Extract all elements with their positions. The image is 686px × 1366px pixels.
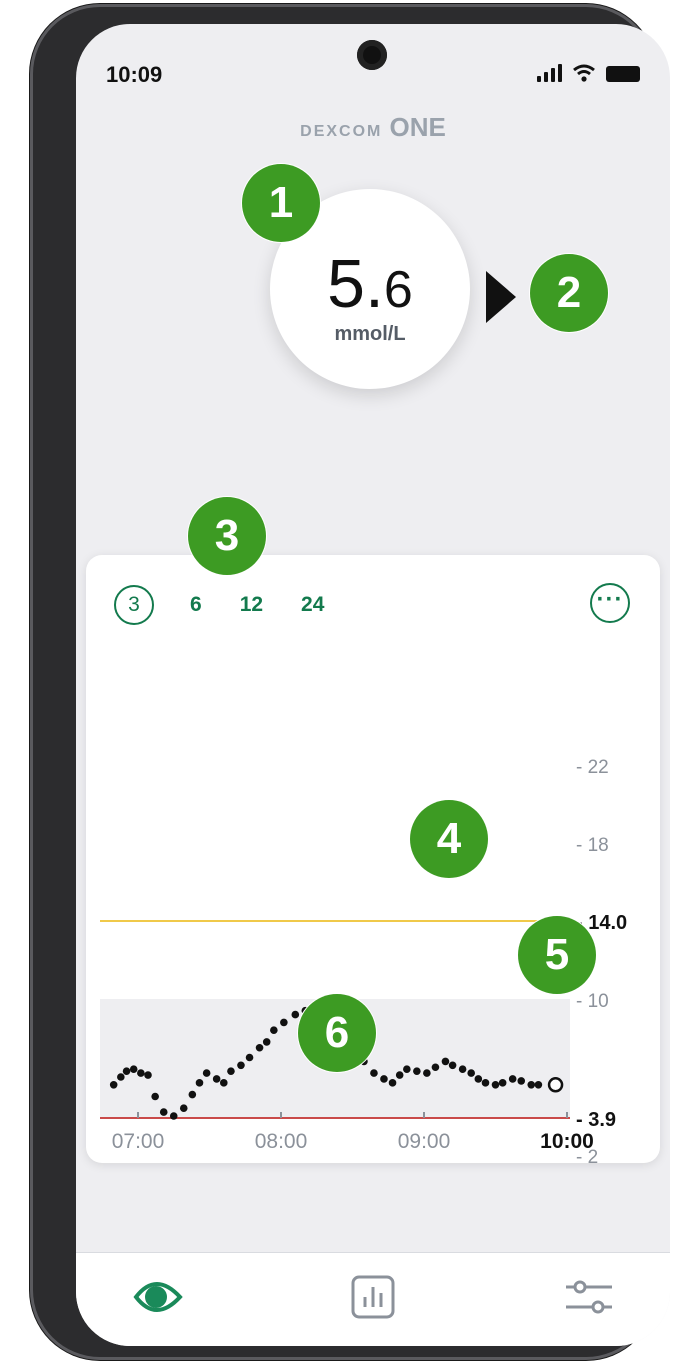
bottom-navigation bbox=[76, 1252, 670, 1346]
glucose-point bbox=[179, 1104, 188, 1112]
y-tick-label: - 18 bbox=[576, 835, 609, 856]
glucose-point bbox=[441, 1057, 450, 1066]
y-tick-label: - 22 bbox=[576, 757, 609, 778]
glucose-point bbox=[169, 1112, 178, 1120]
eye-icon[interactable] bbox=[126, 1267, 186, 1327]
glucose-point bbox=[498, 1079, 507, 1087]
glucose-graph-card: 3 6 12 24 ··· - 22- 18- 14.0- 10- 3.9- 2… bbox=[86, 555, 660, 1163]
glucose-point bbox=[202, 1069, 211, 1077]
glucose-value-decimal: 6 bbox=[383, 261, 413, 319]
glucose-point bbox=[137, 1069, 145, 1077]
glucose-point bbox=[291, 1010, 300, 1019]
app-screen: 10:09 DEXCOM ONE 5.6 mmol/L 1 2 3 3 6 12… bbox=[76, 24, 670, 1346]
glucose-point bbox=[159, 1108, 168, 1116]
glucose-value: 5.6 bbox=[270, 249, 470, 325]
sliders-icon[interactable] bbox=[560, 1267, 620, 1327]
signal-icon bbox=[537, 64, 562, 82]
glucose-chart: - 22- 18- 14.0- 10- 3.9- 2 07:00 08:00 09:… bbox=[100, 757, 627, 1163]
glucose-point bbox=[474, 1075, 483, 1083]
glucose-point bbox=[245, 1053, 254, 1062]
glucose-point bbox=[280, 1018, 288, 1027]
x-tick-label: 08:00 bbox=[255, 1130, 308, 1153]
glucose-point bbox=[413, 1067, 421, 1075]
x-tick-label: 10:00 bbox=[540, 1130, 594, 1153]
logo-dexcom: DEXCOM bbox=[300, 123, 383, 140]
glucose-point bbox=[117, 1073, 125, 1081]
callout-5: 5 bbox=[518, 916, 596, 994]
callout-1: 1 bbox=[242, 164, 320, 242]
glucose-point bbox=[467, 1069, 475, 1077]
glucose-unit: mmol/L bbox=[334, 323, 406, 345]
app-logo: DEXCOM ONE bbox=[76, 112, 670, 143]
glucose-point bbox=[395, 1071, 404, 1079]
glucose-point bbox=[188, 1090, 197, 1099]
bar-chart-icon[interactable] bbox=[343, 1267, 403, 1327]
glucose-point bbox=[122, 1067, 131, 1075]
glucose-point bbox=[517, 1077, 526, 1085]
glucose-point bbox=[534, 1081, 543, 1089]
glucose-point bbox=[388, 1079, 397, 1087]
glucose-value-integer: 5. bbox=[327, 246, 384, 322]
glucose-point bbox=[109, 1081, 118, 1089]
current-glucose-point bbox=[547, 1077, 564, 1093]
battery-icon bbox=[606, 66, 640, 82]
status-time: 10:09 bbox=[106, 62, 163, 87]
glucose-point bbox=[195, 1079, 204, 1087]
x-tick-label: 09:00 bbox=[398, 1130, 451, 1153]
glucose-point bbox=[380, 1075, 388, 1083]
glucose-point bbox=[370, 1069, 378, 1077]
glucose-point bbox=[220, 1079, 228, 1087]
glucose-point bbox=[403, 1065, 411, 1073]
glucose-point bbox=[262, 1038, 271, 1046]
glucose-point bbox=[423, 1069, 431, 1077]
y-tick-label: - 10 bbox=[576, 991, 609, 1012]
glucose-point bbox=[129, 1065, 138, 1073]
glucose-point bbox=[508, 1075, 517, 1083]
front-camera bbox=[357, 40, 387, 70]
x-tick-label: 07:00 bbox=[112, 1130, 165, 1153]
glucose-point bbox=[481, 1079, 490, 1087]
glucose-point bbox=[212, 1075, 221, 1083]
logo-one: ONE bbox=[389, 112, 446, 142]
callout-2: 2 bbox=[530, 254, 608, 332]
phone-frame: 10:09 DEXCOM ONE 5.6 mmol/L 1 2 3 3 6 12… bbox=[30, 4, 670, 1360]
glucose-point bbox=[151, 1092, 159, 1101]
glucose-point bbox=[448, 1061, 457, 1070]
trend-arrow-icon bbox=[486, 271, 516, 323]
callout-4: 4 bbox=[410, 800, 488, 878]
glucose-point bbox=[431, 1063, 440, 1072]
wifi-icon bbox=[573, 64, 595, 82]
glucose-point bbox=[255, 1043, 264, 1052]
status-icons bbox=[537, 64, 640, 82]
glucose-point bbox=[458, 1065, 467, 1073]
glucose-point bbox=[491, 1081, 500, 1089]
glucose-point bbox=[227, 1067, 235, 1075]
callout-3: 3 bbox=[188, 497, 266, 575]
glucose-point bbox=[270, 1026, 278, 1034]
glucose-point bbox=[144, 1071, 152, 1079]
callout-6: 6 bbox=[298, 994, 376, 1072]
glucose-point bbox=[237, 1061, 245, 1070]
glucose-point bbox=[527, 1081, 536, 1089]
y-tick-label: - 3.9 bbox=[576, 1109, 616, 1131]
